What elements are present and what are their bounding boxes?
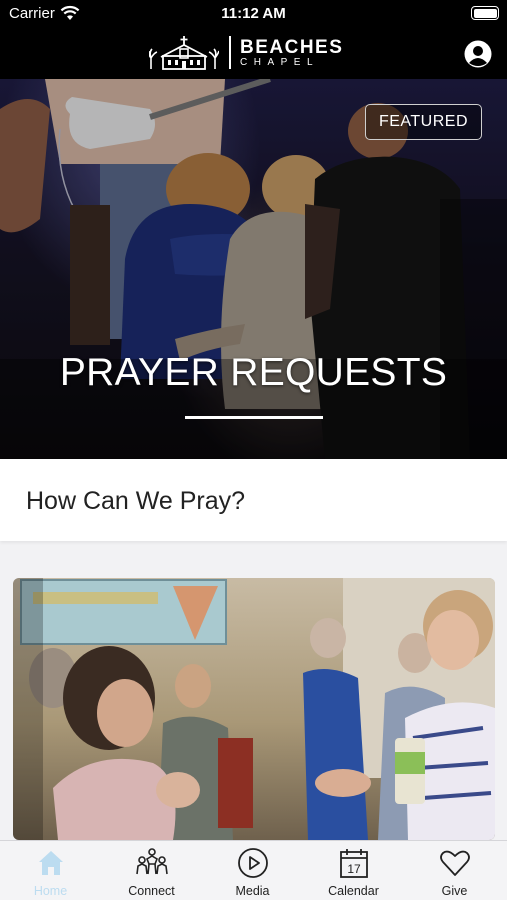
- tab-home[interactable]: Home: [0, 841, 101, 900]
- app-header: Carrier 11:12 AM BEACHES CHAPEL: [0, 0, 507, 79]
- tab-calendar-label: Calendar: [328, 884, 379, 898]
- tab-give[interactable]: Give: [404, 841, 505, 900]
- logo-name: BEACHES: [240, 37, 344, 58]
- heart-icon: [440, 850, 470, 876]
- chapel-logo-icon: [149, 36, 219, 70]
- status-bar: Carrier 11:12 AM: [0, 0, 507, 28]
- tab-connect[interactable]: Connect: [101, 841, 202, 900]
- play-icon: [238, 848, 268, 878]
- section-title: How Can We Pray?: [26, 487, 246, 515]
- prayer-section-header[interactable]: How Can We Pray?: [0, 459, 507, 541]
- hero-underline: [185, 416, 323, 419]
- tab-give-label: Give: [441, 884, 468, 898]
- logo-subtitle: CHAPEL: [240, 57, 320, 68]
- home-icon: [39, 851, 63, 875]
- content-card[interactable]: [13, 578, 495, 840]
- featured-badge: FEATURED: [364, 104, 482, 140]
- battery-icon: [471, 6, 499, 20]
- people-icon: [136, 848, 168, 875]
- tab-media[interactable]: Media: [202, 841, 303, 900]
- calendar-icon: 17: [340, 849, 368, 878]
- tab-bar: Home Connect Media 17 Calendar Give: [0, 840, 507, 900]
- tab-media-label: Media: [235, 884, 270, 898]
- calendar-day-number: 17: [347, 862, 361, 876]
- profile-icon[interactable]: [464, 40, 492, 68]
- church-logo[interactable]: BEACHES CHAPEL: [149, 34, 363, 72]
- tab-calendar[interactable]: 17 Calendar: [303, 841, 404, 900]
- hero-title: PRAYER REQUESTS: [59, 351, 448, 394]
- status-time: 11:12 AM: [221, 5, 286, 22]
- tab-connect-label: Connect: [128, 884, 175, 898]
- fellowship-photo: [13, 578, 495, 840]
- featured-banner[interactable]: FEATURED PRAYER REQUESTS: [0, 79, 507, 459]
- logo-divider: [229, 36, 231, 69]
- tab-home-label: Home: [33, 884, 68, 898]
